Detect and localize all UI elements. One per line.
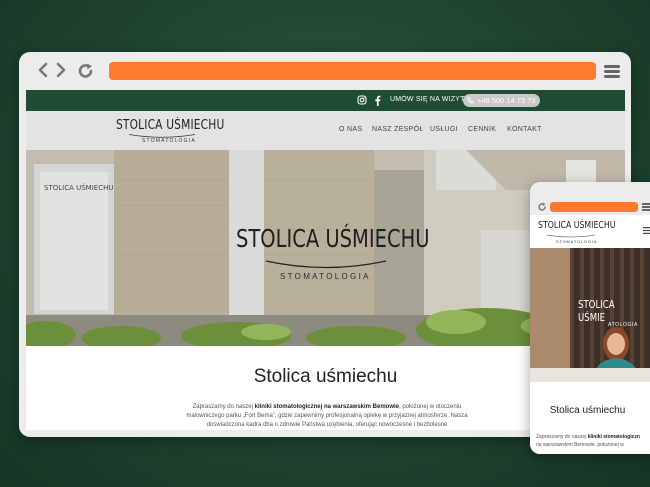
hamburger-menu-icon[interactable] [604,65,620,78]
back-icon[interactable] [37,62,49,78]
logo-subtitle: STOMATOLOGIA [142,138,196,144]
mobile-logo-subtitle: STOMATOLOGIA [556,239,598,244]
forward-icon[interactable] [55,62,67,78]
mobile-hamburger-menu-icon[interactable] [642,203,650,211]
mobile-content-text-2: na warszawskim Bemowie, położonej w [536,442,624,448]
top-bar: UMÓW SIĘ NA WIZYTĘ: +48 500 14 73 73 [26,90,625,111]
content-text-bold: kliniki stomatologicznej na warszawskim … [254,404,400,410]
instagram-icon[interactable] [357,95,367,105]
svg-text:STOLICA UŚMIECHU: STOLICA UŚMIECHU [44,183,113,192]
hero-logo-name: STOLICA UŚMIECHU [236,224,430,253]
content-text-1: Zapraszamy do naszej [192,404,255,410]
nav-kontakt[interactable]: KONTAKT [507,126,542,133]
nav-o-nas[interactable]: O NAS [339,126,362,133]
logo-name: STOLICA UŚMIECHU [116,118,225,133]
address-bar[interactable] [109,62,596,80]
mobile-address-bar[interactable] [550,202,638,212]
nav-nasz-zespol[interactable]: NASZ ZESPÓŁ [372,126,424,133]
browser-toolbar [19,52,631,90]
mobile-browser-mockup: STOLICA UŚMIECHU STOMATOLOGIA STOLICA UŚ… [530,182,650,454]
mobile-content-intro-text: Zapraszamy do naszej kliniki stomatologi… [536,433,650,449]
nav-cennik[interactable]: CENNIK [468,126,496,133]
mobile-hero-logo-subtitle: ATOLOGIA [608,322,638,328]
facebook-icon[interactable] [374,95,381,106]
mobile-nav-menu-icon[interactable] [643,227,650,234]
hero-logo-subtitle: STOMATOLOGIA [280,272,371,281]
nav-uslugi[interactable]: USŁUGI [430,126,458,133]
mobile-hero-logo-name: STOLICA UŚMIE [578,298,615,324]
mobile-content-title: Stolica uśmiechu [549,405,626,416]
book-visit-label: UMÓW SIĘ NA WIZYTĘ: [390,96,472,103]
mobile-logo-name: STOLICA UŚMIECHU [538,220,616,231]
phone-icon [467,97,474,104]
site-header: STOLICA UŚMIECHU STOMATOLOGIA O NAS NASZ… [26,111,625,150]
mobile-refresh-icon[interactable] [537,202,547,212]
mobile-content-text-1: Zapraszamy do naszej [536,434,588,440]
phone-number: +48 500 14 73 73 [477,96,536,105]
content-intro-text: Zapraszamy do naszej kliniki stomatologi… [186,403,468,430]
phone-button[interactable]: +48 500 14 73 73 [463,94,540,107]
refresh-icon[interactable] [77,62,95,80]
mobile-website-viewport: STOLICA UŚMIECHU STOMATOLOGIA STOLICA UŚ… [530,215,650,454]
mobile-content-text-bold: kliniki stomatologiczn [587,434,640,440]
mobile-hero-banner: STOLICA UŚMIE ATOLOGIA [530,248,650,382]
